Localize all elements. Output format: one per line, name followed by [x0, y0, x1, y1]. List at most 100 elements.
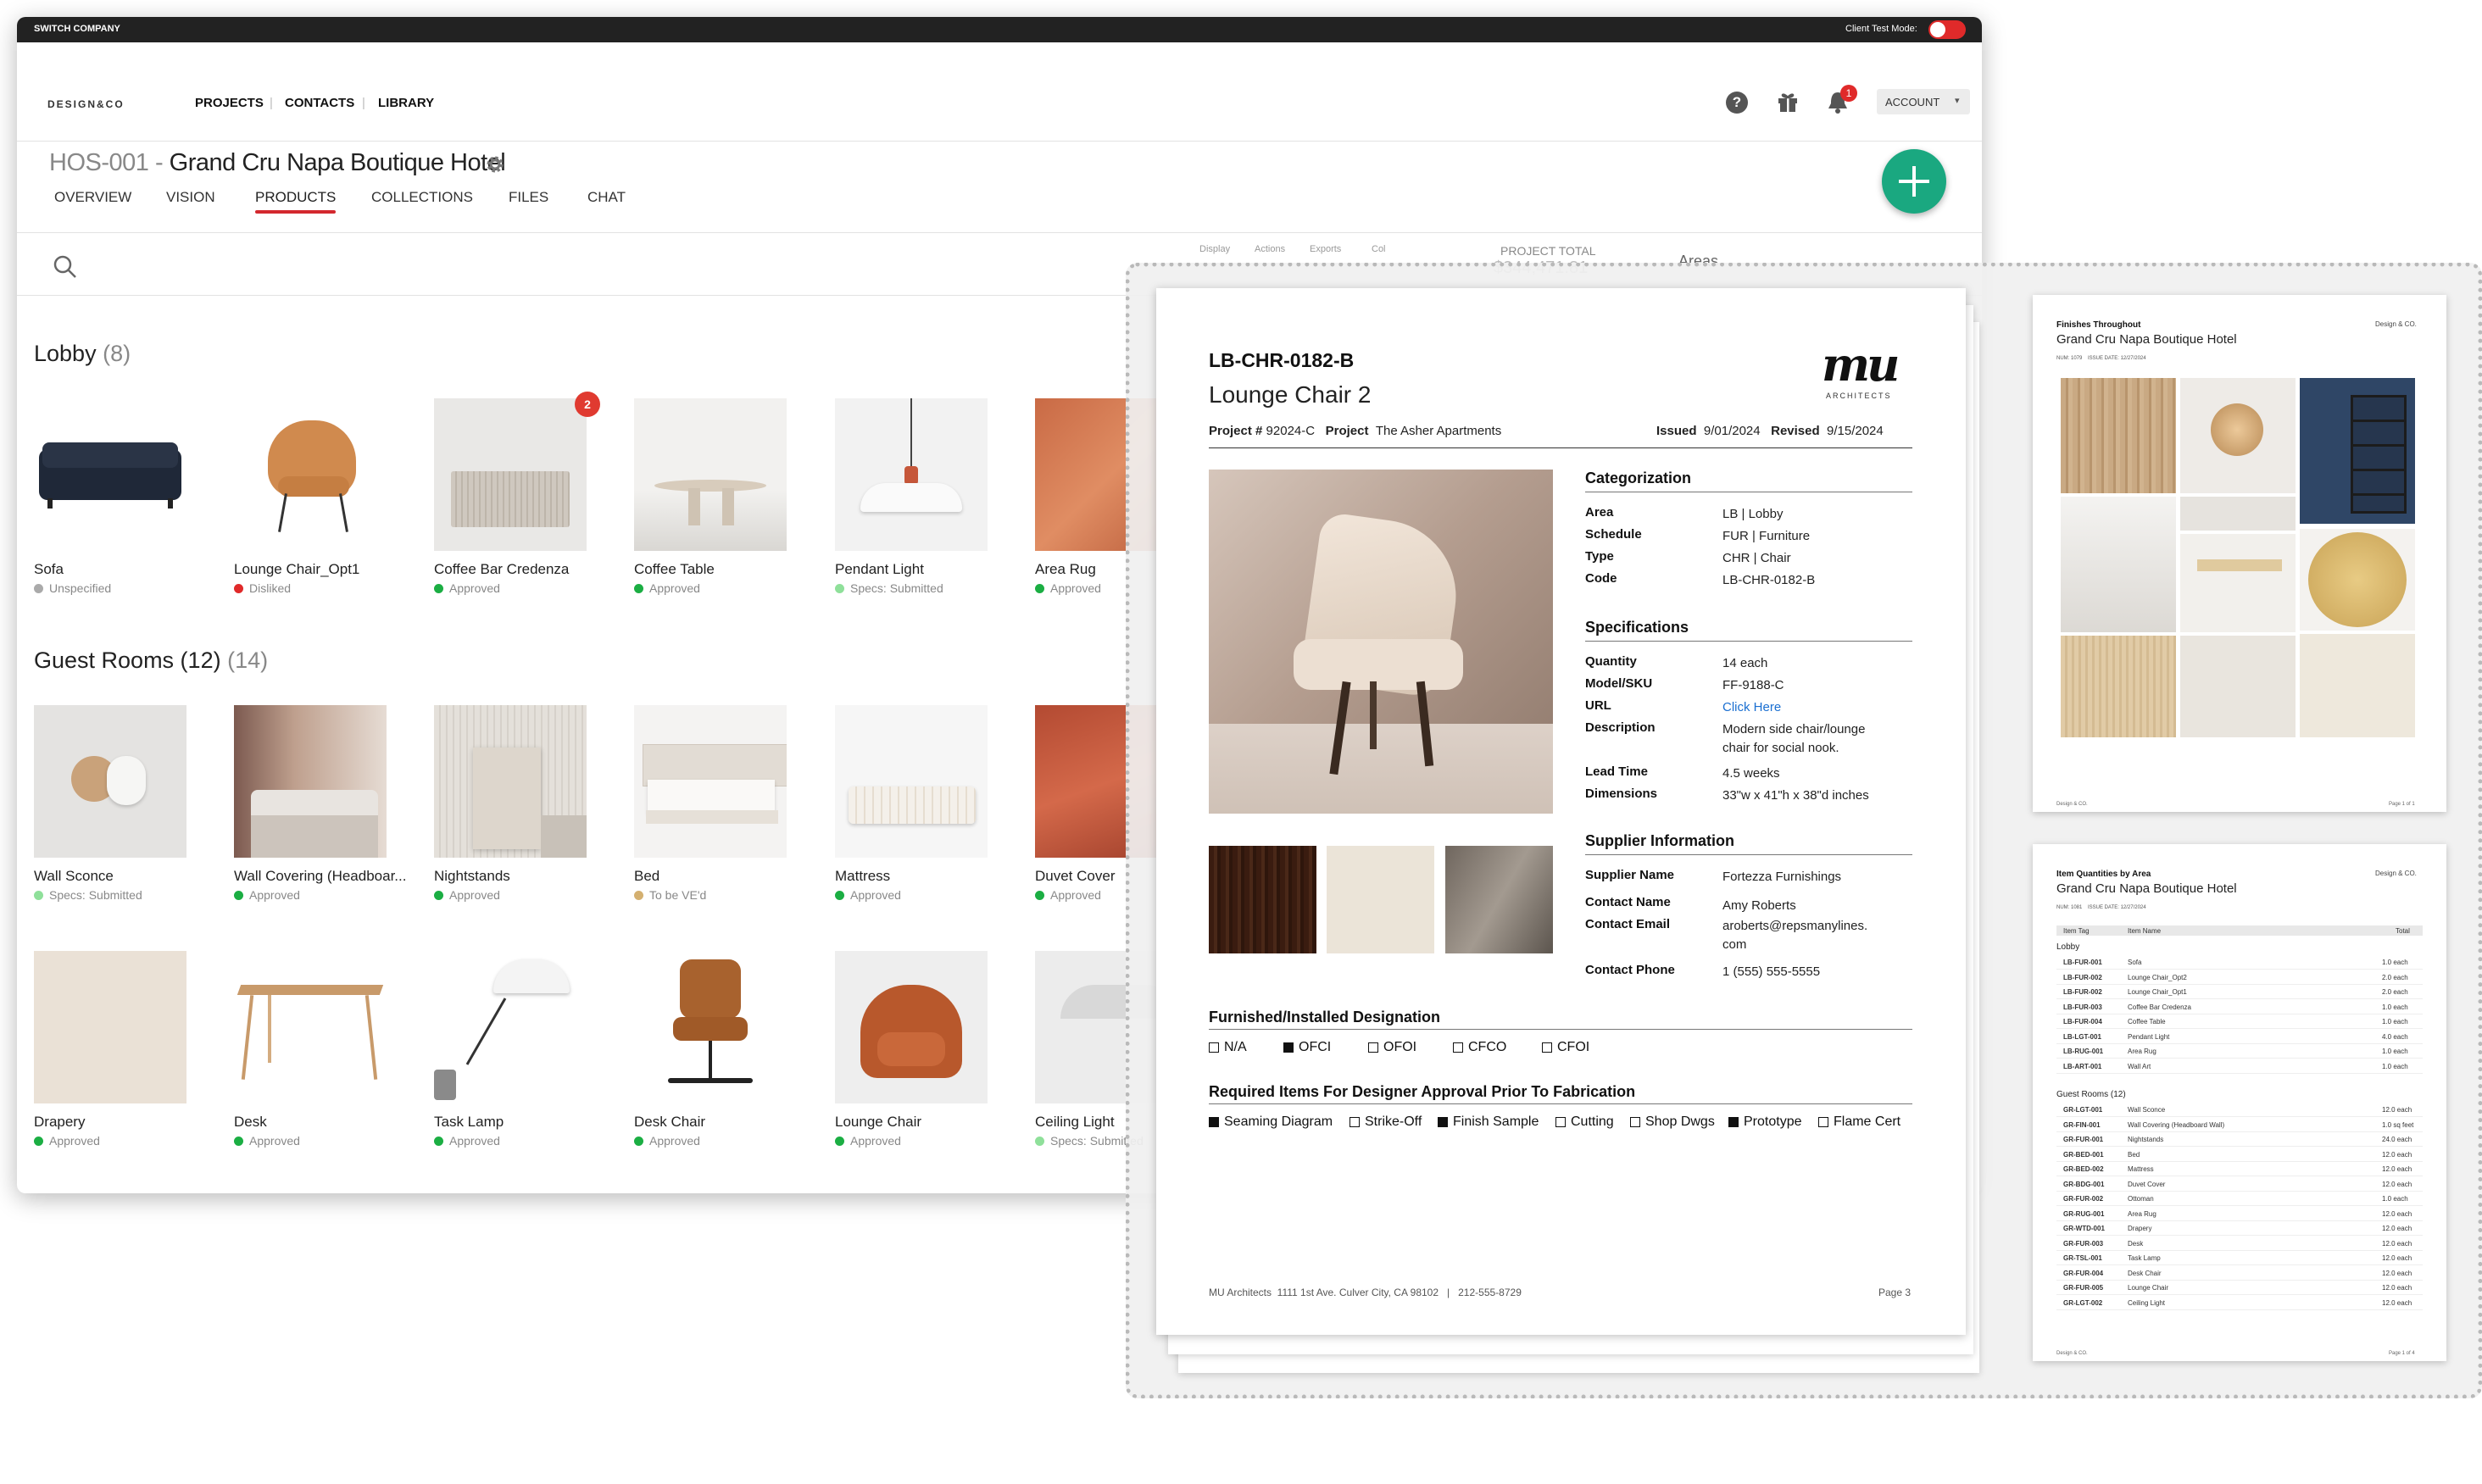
checkbox-ofci[interactable]: OFCI — [1283, 1040, 1331, 1055]
tab-vision[interactable]: VISION — [166, 189, 215, 206]
checkbox-cfco[interactable]: CFCO — [1453, 1040, 1506, 1055]
product-image — [34, 705, 186, 858]
url-link[interactable]: Click Here — [1722, 700, 1781, 714]
item-total: 4.0 each — [2382, 1032, 2408, 1041]
gift-icon[interactable] — [1776, 90, 1800, 114]
checkbox-prototype[interactable]: Prototype — [1728, 1114, 1801, 1130]
lobby-quantity-rows: LB-FUR-001 Sofa 1.0 each LB-FUR-002 Lounge C… — [2056, 956, 2423, 1083]
nav-divider: | — [362, 96, 365, 110]
lead-time-value: 4.5 weeks — [1722, 766, 1780, 781]
url-label: URL — [1585, 698, 1611, 713]
spec-title: Lounge Chair 2 — [1209, 381, 1372, 408]
tab-collections[interactable]: COLLECTIONS — [371, 189, 473, 206]
item-name: Mattress — [2128, 1165, 2154, 1173]
item-tag: LB-FUR-003 — [2063, 1003, 2102, 1011]
item-total: 2.0 each — [2382, 988, 2408, 996]
checkbox-finish-sample[interactable]: Finish Sample — [1438, 1114, 1539, 1130]
tab-products[interactable]: PRODUCTS — [255, 189, 337, 214]
item-total: 12.0 each — [2382, 1106, 2412, 1114]
product-name: Coffee Bar Credenza — [434, 561, 570, 577]
checkbox-cfoi[interactable]: CFOI — [1542, 1040, 1589, 1055]
divider — [1585, 854, 1912, 855]
tab-overview[interactable]: OVERVIEW — [54, 189, 131, 206]
item-name: Wall Art — [2128, 1062, 2151, 1070]
checkbox-cutting[interactable]: Cutting — [1555, 1114, 1614, 1130]
schedule-value: FUR | Furniture — [1722, 529, 1811, 543]
comment-badge[interactable]: 2 — [575, 392, 600, 417]
item-name: Wall Sconce — [2128, 1106, 2166, 1114]
product-name: Area Rug — [1035, 561, 1096, 577]
dimensions-label: Dimensions — [1585, 786, 1658, 801]
material-swatch-fabric — [1327, 846, 1434, 953]
quantity-label: Quantity — [1585, 654, 1637, 669]
item-name: Ottoman — [2128, 1195, 2154, 1203]
product-status: Approved — [1035, 581, 1101, 595]
product-name: Task Lamp — [434, 1114, 504, 1130]
contact-email-label: Contact Email — [1585, 917, 1671, 931]
item-total: 1.0 each — [2382, 1003, 2408, 1011]
item-total: 12.0 each — [2382, 1180, 2412, 1188]
account-dropdown[interactable]: ACCOUNT ▾ — [1877, 89, 1970, 114]
checkbox-strike-off[interactable]: Strike-Off — [1350, 1114, 1422, 1130]
quantities-subtitle: Grand Cru Napa Boutique Hotel — [2056, 881, 2237, 896]
checkbox-seaming-diagram[interactable]: Seaming Diagram — [1209, 1114, 1333, 1130]
item-tag: GR-FUR-003 — [2063, 1239, 2104, 1248]
finishes-footer: Design & CO. — [2056, 802, 2088, 807]
product-name: Desk Chair — [634, 1114, 706, 1130]
product-image — [634, 398, 787, 551]
item-tag: LB-FUR-001 — [2063, 959, 2102, 966]
item-tag: GR-FUR-004 — [2063, 1269, 2104, 1277]
quantities-page-number: Page 1 of 4 — [2389, 1351, 2415, 1356]
description-value-cont: chair for social nook. — [1722, 741, 1839, 755]
product-image — [434, 398, 587, 551]
product-image — [234, 398, 387, 551]
client-test-mode-toggle[interactable] — [1928, 20, 1966, 39]
architect-logo-sub: ARCHITECTS — [1826, 392, 1892, 400]
checkbox-shop-dwgs[interactable]: Shop Dwgs — [1630, 1114, 1715, 1130]
toolbar-columns[interactable]: Col — [1372, 244, 1386, 254]
nav-contacts[interactable]: CONTACTS — [285, 96, 354, 110]
product-name: Nightstands — [434, 868, 510, 884]
table-row: GR-FUR-002 Ottoman 1.0 each — [2056, 1192, 2423, 1206]
tab-chat[interactable]: CHAT — [587, 189, 626, 206]
project-code: HOS-001 — [49, 149, 149, 176]
item-name: Coffee Bar Credenza — [2128, 1003, 2192, 1011]
checkbox-na[interactable]: N/A — [1209, 1040, 1247, 1055]
toolbar-exports[interactable]: Exports — [1310, 244, 1341, 254]
item-name: Coffee Table — [2128, 1018, 2166, 1025]
tab-files[interactable]: FILES — [509, 189, 548, 206]
item-tag: LB-FUR-004 — [2063, 1018, 2102, 1025]
item-tag: LB-RUG-001 — [2063, 1048, 2104, 1055]
product-image — [434, 705, 587, 858]
quantity-value: 14 each — [1722, 656, 1768, 670]
item-name: Area Rug — [2128, 1048, 2156, 1055]
search-icon[interactable] — [53, 254, 78, 280]
finishes-subtitle: Grand Cru Napa Boutique Hotel — [2056, 332, 2237, 347]
nav-projects[interactable]: PROJECTS — [195, 96, 264, 110]
spec-main-image — [1209, 470, 1553, 814]
toolbar-actions[interactable]: Actions — [1255, 244, 1285, 254]
product-name: Pendant Light — [835, 561, 924, 577]
product-image — [234, 951, 387, 1103]
product-image — [234, 705, 387, 858]
item-tag: GR-BDG-001 — [2063, 1180, 2105, 1188]
contact-email-value: aroberts@repsmanylines. — [1722, 919, 1868, 933]
gear-icon[interactable] — [485, 154, 505, 175]
specifications-title: Specifications — [1585, 619, 1689, 636]
item-name: Pendant Light — [2128, 1032, 2170, 1041]
help-icon[interactable]: ? — [1726, 92, 1748, 114]
nav-library[interactable]: LIBRARY — [378, 96, 434, 110]
item-tag: GR-WTD-001 — [2063, 1225, 2105, 1232]
product-name: Bed — [634, 868, 660, 884]
material-swatch-wood — [1209, 846, 1316, 953]
guest-group-label: Guest Rooms (12) — [2056, 1090, 2126, 1099]
item-tag: GR-RUG-001 — [2063, 1209, 2105, 1218]
contact-phone-value: 1 (555) 555-5555 — [1722, 964, 1821, 979]
finishes-page-number: Page 1 of 1 — [2389, 802, 2415, 807]
item-tag: LB-FUR-002 — [2063, 973, 2102, 981]
checkbox-ofoi[interactable]: OFOI — [1368, 1040, 1416, 1055]
product-status: Approved — [434, 888, 500, 902]
checkbox-flame-cert[interactable]: Flame Cert — [1818, 1114, 1900, 1130]
toolbar-display[interactable]: Display — [1199, 244, 1230, 254]
add-product-button[interactable] — [1882, 149, 1946, 214]
